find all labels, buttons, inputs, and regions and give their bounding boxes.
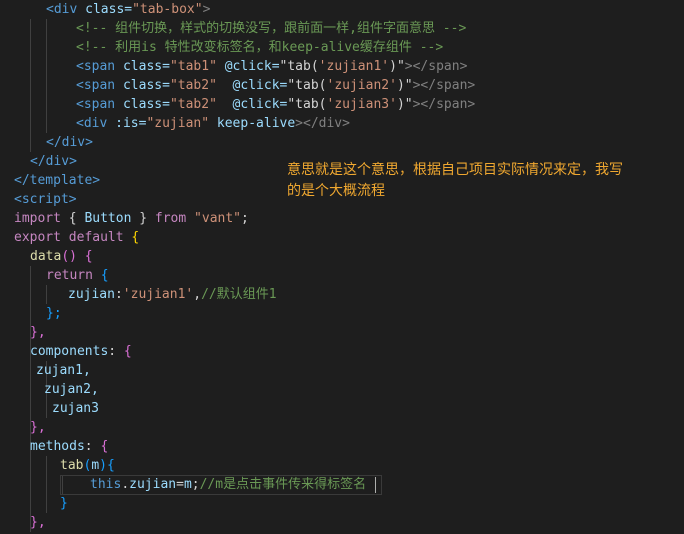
code-line-22: zujan3	[52, 401, 99, 416]
code-line-10: </template>	[14, 173, 101, 188]
code-line-19: components: {	[30, 344, 132, 359]
code-line-9: </div>	[30, 154, 77, 169]
code-editor[interactable]: <div class="tab-box"> <!-- 组件切换，样式的切换没写，…	[0, 0, 684, 534]
code-line-23: },	[30, 420, 46, 435]
code-line-5: <span class="tab2" @click="tab('zujian2'…	[76, 78, 476, 93]
annotation-line-1: 意思就是这个意思，根据自己项目实际情况来定，我写	[287, 162, 623, 178]
code-line-1: <div class="tab-box">	[46, 2, 211, 17]
code-line-11: <script>	[14, 192, 77, 207]
code-line-14: data() {	[30, 249, 93, 264]
code-line-4: <span class="tab1" @click="tab('zujian1'…	[76, 59, 468, 74]
code-line-15: return {	[46, 268, 109, 283]
code-line-2: <!-- 组件切换，样式的切换没写，跟前面一样,组件字面意思 -->	[76, 21, 467, 36]
code-line-7: <div :is="zujian" keep-alive></div>	[76, 116, 350, 131]
code-line-24: methods: {	[30, 439, 109, 454]
code-line-27: }	[60, 496, 68, 511]
code-line-6: <span class="tab2" @click="tab('zujian3'…	[76, 97, 476, 112]
code-line-18: },	[30, 325, 46, 340]
code-line-12: import { Button } from "vant";	[14, 211, 249, 226]
code-line-8: </div>	[46, 135, 93, 150]
code-line-17: };	[46, 306, 62, 321]
annotation-line-2: 的是个大概流程	[287, 183, 385, 199]
code-line-13: export default {	[14, 230, 140, 245]
code-line-21: zujan2,	[44, 382, 99, 397]
code-line-26[interactable]: this.zujian=m;//m是点击事件传来得标签名	[14, 475, 366, 494]
code-line-3: <!-- 利用is 特性改变标签名，和keep-alive缓存组件 -->	[76, 40, 444, 55]
annotation-note: 意思就是这个意思，根据自己项目实际情况来定，我写 的是个大概流程	[287, 160, 677, 202]
code-line-25: tab(m){	[60, 458, 115, 473]
code-line-28: },	[30, 515, 46, 530]
code-line-16: zujian:'zujian1',//默认组件1	[68, 287, 277, 302]
text-caret	[375, 477, 376, 493]
code-line-20: zujan1,	[36, 363, 91, 378]
